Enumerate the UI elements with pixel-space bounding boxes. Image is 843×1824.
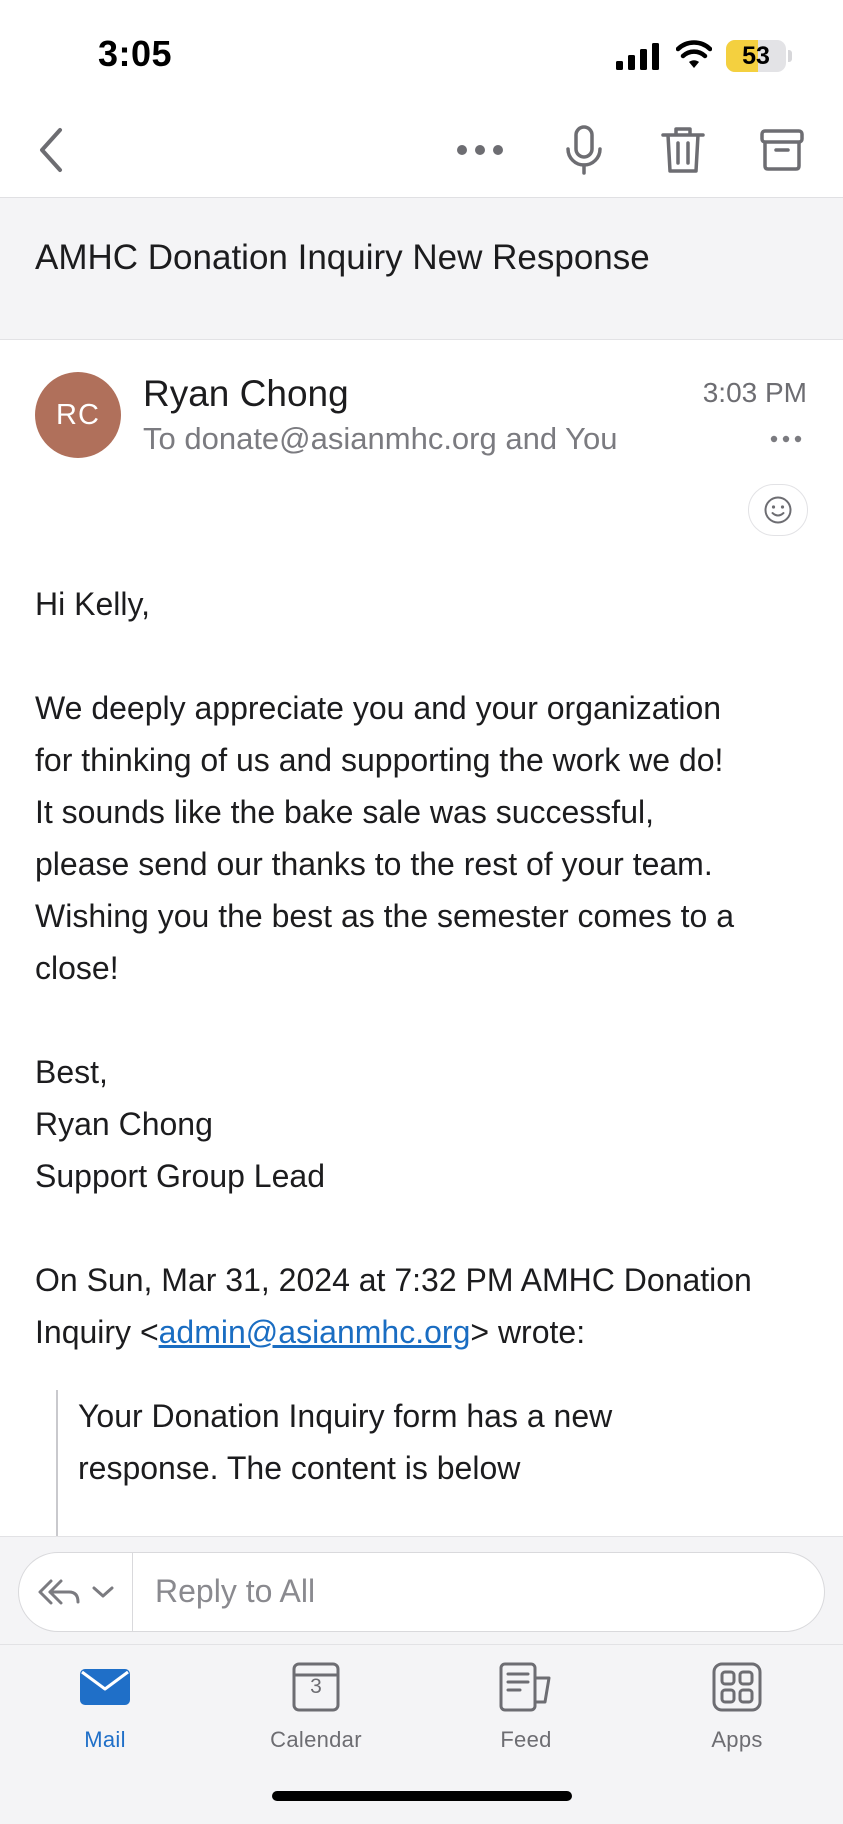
tab-mail[interactable]: Mail [25,1659,185,1769]
admin-email-link[interactable]: admin@asianmhc.org [159,1314,471,1350]
chevron-down-icon [92,1586,113,1598]
calendar-date-badge: 3 [310,1675,322,1698]
apps-icon [712,1662,762,1712]
signature-name: Ryan Chong [35,1106,213,1142]
smiley-icon [764,496,792,524]
more-button[interactable] [452,122,508,178]
battery-icon: 53 [726,40,786,72]
signoff: Best, [35,1054,108,1090]
wifi-icon [676,40,712,68]
reply-bar: Reply to All [0,1536,843,1644]
body-paragraph: We deeply appreciate you and your organi… [35,682,825,994]
message-body: Hi Kelly, We deeply appreciate you and y… [35,578,825,1358]
body-line: Wishing you the best as the semester com… [35,898,734,934]
tab-feed[interactable]: Feed [446,1659,606,1769]
dictate-button[interactable] [556,122,612,178]
tab-label: Apps [711,1727,763,1752]
subject-bar: AMHC Donation Inquiry New Response [0,198,843,340]
tab-apps[interactable]: Apps [657,1659,817,1769]
quote-header-line: Inquiry <admin@asianmhc.org> wrote: [35,1306,825,1358]
recipients-line[interactable]: To donate@asianmhc.org and You [143,421,617,457]
toolbar [0,100,843,198]
battery-level: 53 [742,42,770,70]
body-line: for thinking of us and supporting the wo… [35,742,724,778]
back-button[interactable] [24,122,80,178]
archive-icon [760,129,804,171]
delete-button[interactable] [655,122,711,178]
reply-placeholder: Reply to All [155,1573,316,1609]
feed-icon [499,1662,551,1712]
signature-title: Support Group Lead [35,1158,325,1194]
tab-label: Feed [500,1727,552,1752]
body-line: please send our thanks to the rest of yo… [35,846,713,882]
quote-header-suffix: > wrote: [470,1314,586,1350]
status-time: 3:05 [98,33,173,74]
quote-header-prefix: Inquiry < [35,1314,159,1350]
message-time: 3:03 PM [702,377,807,408]
sender-name[interactable]: Ryan Chong [143,373,349,415]
more-icon [457,145,503,155]
body-line: It sounds like the bake sale was success… [35,794,654,830]
reply-field[interactable]: Reply to All [18,1552,825,1632]
mail-icon [80,1669,130,1705]
microphone-icon [566,125,602,175]
tab-calendar[interactable]: 3 Calendar [236,1659,396,1769]
back-icon [40,128,62,172]
tab-label: Calendar [270,1727,362,1752]
reply-all-icon [38,1579,79,1605]
tab-label: Mail [84,1727,126,1752]
home-indicator[interactable] [272,1791,572,1801]
body-line: We deeply appreciate you and your organi… [35,690,722,726]
quoted-line: Your Donation Inquiry form has a new [78,1398,613,1434]
status-bar: 3:05 53 [0,0,843,100]
body-line: close! [35,950,119,986]
trash-icon [661,127,705,173]
battery-cap [788,50,792,62]
more-icon [770,435,802,443]
avatar[interactable]: RC [35,372,121,458]
quoted-message: Your Donation Inquiry form has a new res… [56,1390,816,1540]
quote-header-line: On Sun, Mar 31, 2024 at 7:32 PM AMHC Don… [35,1262,752,1298]
signature: Best, Ryan Chong Support Group Lead [35,1046,825,1202]
message-more-button[interactable] [766,424,806,454]
quoted-line: response. The content is below [78,1450,521,1486]
reply-action-button[interactable] [19,1553,133,1631]
greeting: Hi Kelly, [35,586,150,622]
quote-header: On Sun, Mar 31, 2024 at 7:32 PM AMHC Don… [35,1254,825,1358]
email-subject: AMHC Donation Inquiry New Response [35,238,650,277]
archive-button[interactable] [754,122,810,178]
signal-icon [616,43,659,70]
reaction-button[interactable] [748,484,808,536]
